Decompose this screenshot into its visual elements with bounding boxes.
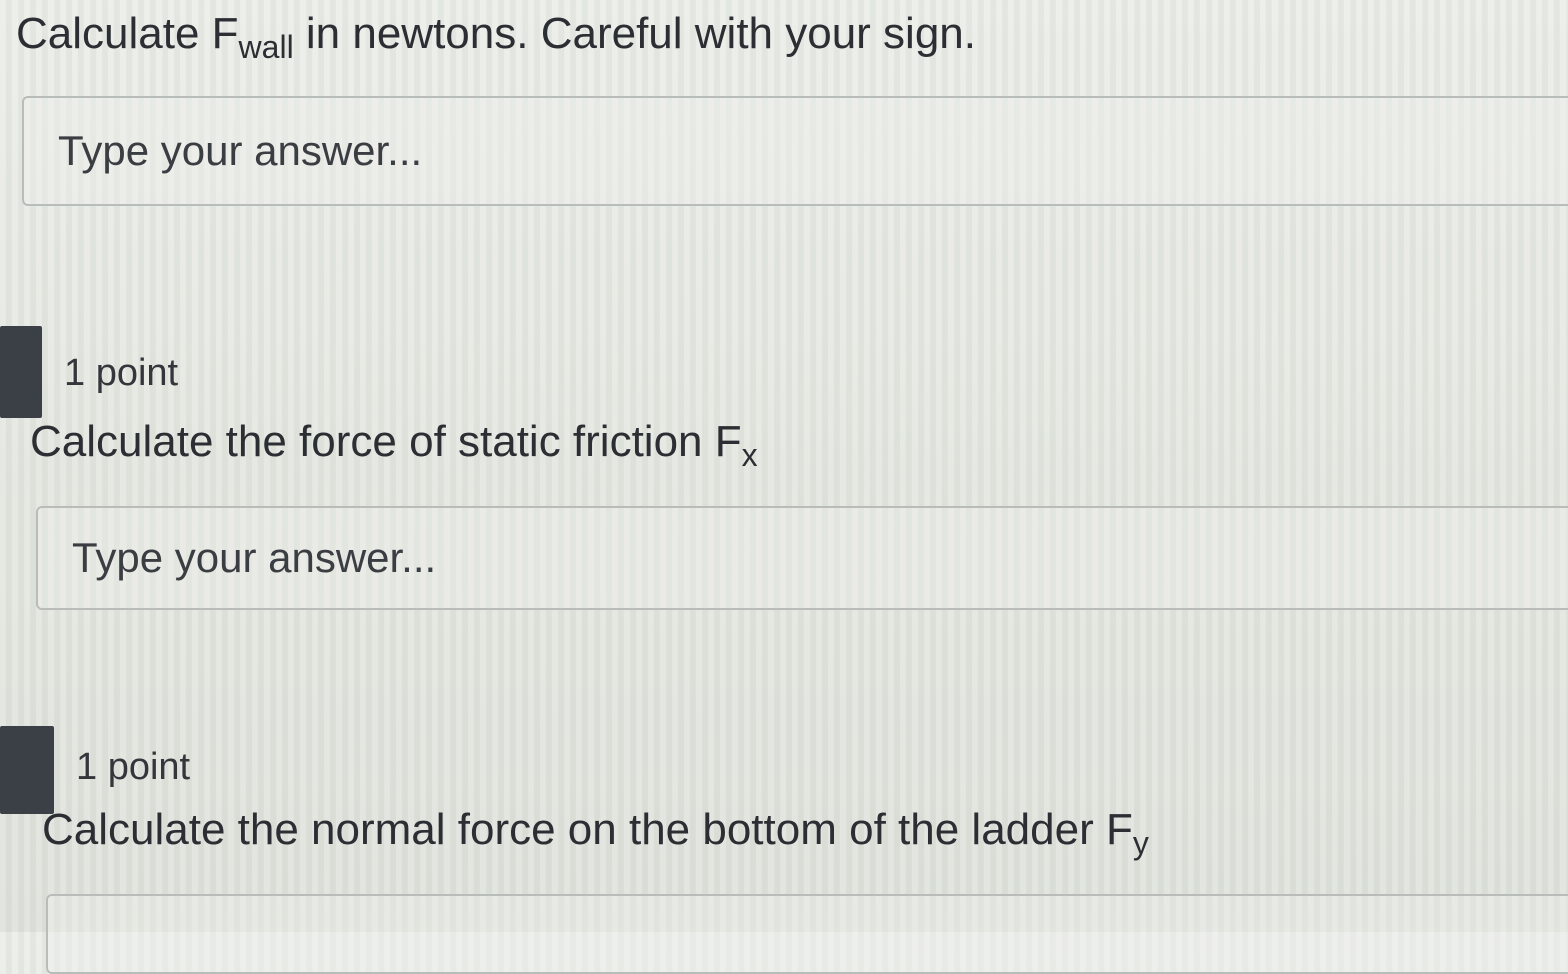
question-3-marker — [0, 726, 54, 814]
question-2-answer-input[interactable] — [38, 508, 1568, 608]
question-2-answer-box[interactable] — [36, 506, 1568, 610]
question-1-answer-box[interactable] — [22, 96, 1568, 206]
question-1-prompt: Calculate Fwall in newtons. Careful with… — [16, 9, 976, 63]
question-3-text-main: Calculate the normal force on the bottom… — [42, 805, 1133, 854]
question-2-text-sub: x — [741, 437, 758, 473]
question-2-points: 1 point — [64, 352, 179, 394]
question-1-answer-input[interactable] — [24, 98, 1568, 204]
question-3-points: 1 point — [76, 746, 191, 788]
question-1-text-main: Calculate F — [16, 9, 239, 58]
question-2-marker — [0, 326, 42, 418]
question-2-prompt: Calculate the force of static friction F… — [30, 417, 758, 471]
question-3-prompt: Calculate the normal force on the bottom… — [42, 805, 1149, 859]
question-1-text-sub: wall — [238, 29, 294, 65]
question-3-text-sub: y — [1132, 825, 1149, 861]
question-1-text-tail: in newtons. Careful with your sign. — [293, 9, 976, 58]
question-2-text-main: Calculate the force of static friction F — [30, 417, 742, 466]
question-3-answer-box[interactable] — [46, 894, 1568, 974]
